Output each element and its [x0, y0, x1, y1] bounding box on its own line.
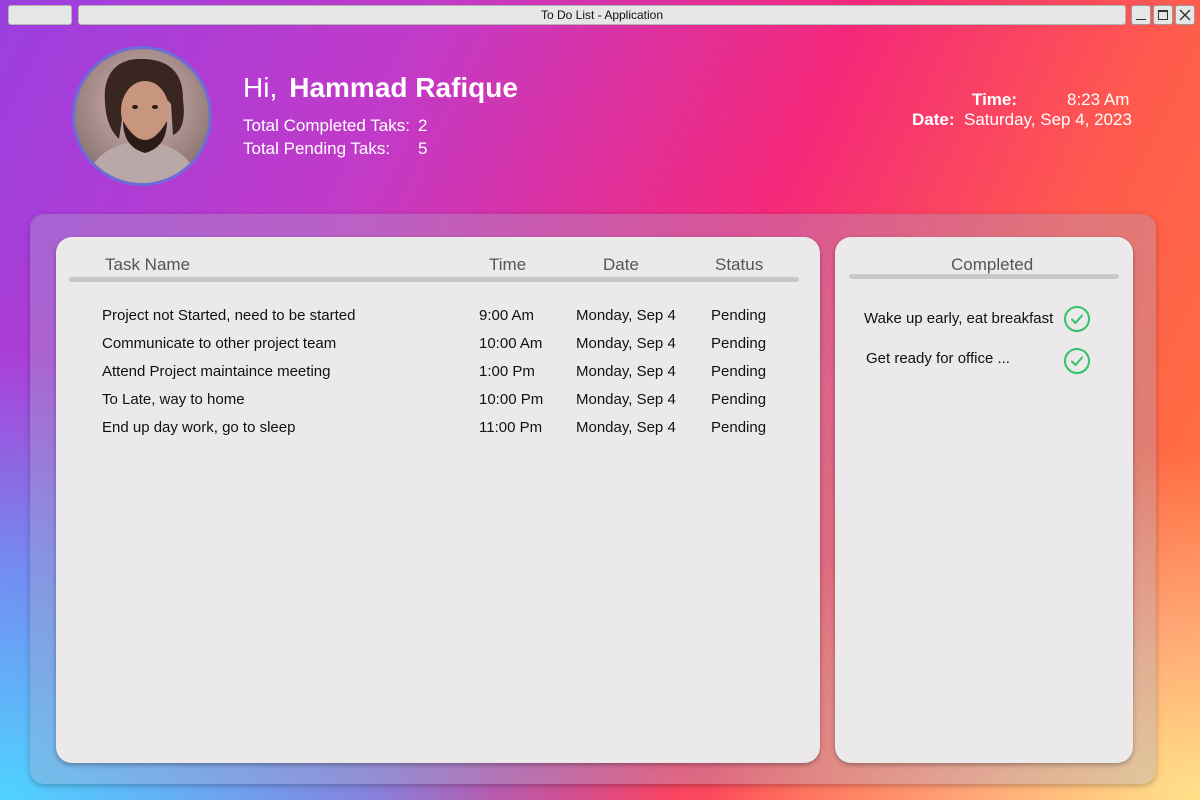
table-row[interactable]: Attend Project maintaince meeting 1:00 P… — [56, 363, 820, 391]
close-icon — [1179, 9, 1191, 21]
time-value: 8:23 Am — [1067, 90, 1130, 109]
close-button[interactable] — [1175, 5, 1195, 25]
task-name: Attend Project maintaince meeting — [102, 363, 331, 380]
column-header-status: Status — [715, 255, 764, 274]
maximize-icon — [1158, 10, 1168, 20]
task-name: To Late, way to home — [102, 391, 245, 408]
task-time: 10:00 Pm — [479, 391, 544, 408]
column-header-time: Time — [489, 255, 527, 274]
pending-stat: Total Pending Taks: 5 — [243, 139, 427, 159]
table-row[interactable]: Project not Started, need to be started … — [56, 307, 820, 335]
task-table: Task Name Time Date Status Project not S… — [56, 237, 820, 763]
window-title: To Do List - Application — [78, 5, 1126, 25]
completed-item-name: Wake up early, eat breakfast — [864, 310, 1054, 327]
check-circle-icon — [1064, 348, 1090, 374]
completed-panel: Completed Wake up early, eat breakfast G… — [835, 237, 1133, 763]
task-date: Monday, Sep 4 — [576, 419, 676, 436]
task-name: Communicate to other project team — [102, 335, 337, 352]
avatar — [72, 46, 212, 186]
task-name: End up day work, go to sleep — [102, 419, 296, 436]
maximize-button[interactable] — [1153, 5, 1173, 25]
date-display: Date: Saturday, Sep 4, 2023 — [912, 110, 1132, 130]
task-date: Monday, Sep 4 — [576, 391, 676, 408]
completed-title: Completed — [951, 255, 1034, 274]
titlebar-left-button[interactable] — [8, 5, 72, 25]
minimize-icon — [1136, 18, 1146, 20]
completed-label: Total Completed Taks: — [243, 116, 410, 135]
table-row[interactable]: Communicate to other project team 10:00 … — [56, 335, 820, 363]
time-label: Time: — [972, 90, 1018, 109]
pending-label: Total Pending Taks: — [243, 139, 391, 158]
task-status: Pending — [711, 391, 767, 408]
table-row[interactable]: End up day work, go to sleep 11:00 Pm Mo… — [56, 419, 820, 447]
date-value: Saturday, Sep 4, 2023 — [964, 110, 1132, 129]
completed-item-name: Get ready for office ... — [866, 350, 1010, 367]
date-label: Date: — [912, 110, 955, 129]
column-header-date: Date — [603, 255, 639, 274]
completed-stat: Total Completed Taks: 2 — [243, 116, 427, 136]
minimize-button[interactable] — [1131, 5, 1151, 25]
check-circle-icon — [1064, 306, 1090, 332]
task-date: Monday, Sep 4 — [576, 335, 676, 352]
completed-item[interactable]: Get ready for office ... — [835, 347, 1133, 377]
greeting: Hi, Hammad Rafique — [243, 72, 518, 104]
pending-count: 5 — [418, 139, 428, 158]
completed-count: 2 — [418, 116, 428, 135]
task-time: 10:00 Am — [479, 335, 543, 352]
completed-divider — [849, 274, 1119, 279]
task-time: 11:00 Pm — [479, 419, 543, 436]
task-status: Pending — [711, 307, 767, 324]
task-time: 9:00 Am — [479, 307, 535, 324]
task-time: 1:00 Pm — [479, 363, 535, 380]
completed-item[interactable]: Wake up early, eat breakfast — [835, 306, 1133, 337]
task-date: Monday, Sep 4 — [576, 363, 676, 380]
task-status: Pending — [711, 363, 767, 380]
column-header-task-name: Task Name — [105, 255, 191, 274]
task-date: Monday, Sep 4 — [576, 307, 676, 324]
task-status: Pending — [711, 335, 767, 352]
time-display: Time: 8:23 Am — [972, 90, 1129, 110]
header-divider — [69, 277, 799, 282]
greeting-hi: Hi, — [243, 72, 278, 103]
user-name: Hammad Rafique — [289, 72, 518, 103]
table-row[interactable]: To Late, way to home 10:00 Pm Monday, Se… — [56, 391, 820, 419]
task-status: Pending — [711, 419, 767, 436]
task-name: Project not Started, need to be started — [102, 307, 356, 324]
